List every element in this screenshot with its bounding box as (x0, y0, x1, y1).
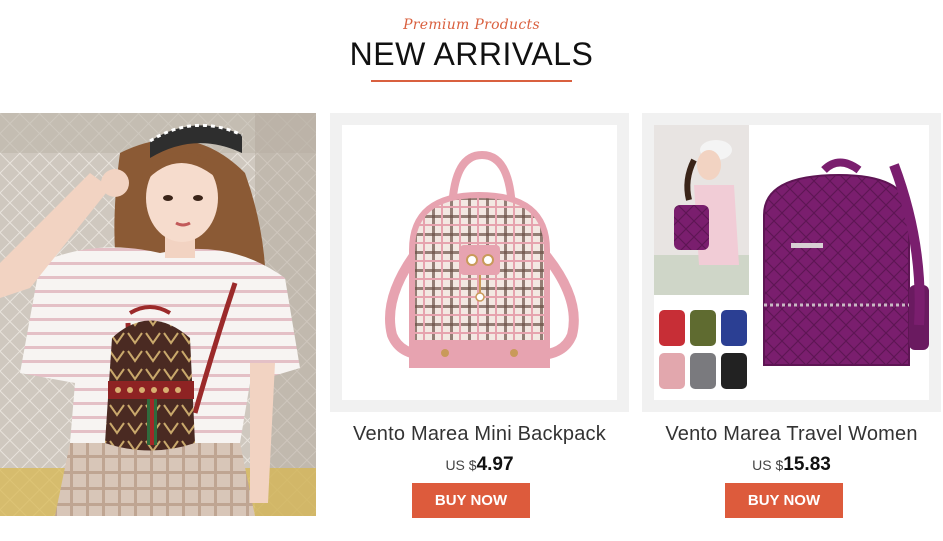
buy-now-button[interactable]: BUY NOW (412, 483, 530, 518)
price-amount: 4.97 (476, 454, 514, 475)
price-amount: 15.83 (783, 454, 831, 475)
product-image-frame (654, 125, 929, 400)
section-title: NEW ARRIVALS (349, 36, 594, 72)
hero-illustration (0, 113, 316, 516)
product-image-frame (342, 125, 617, 400)
section-header: Premium Products NEW ARRIVALS (0, 0, 943, 100)
color-variant-swatches (659, 310, 747, 389)
product-price: US $15.83 (642, 454, 941, 476)
product-card-travel-backpack[interactable] (642, 113, 941, 412)
product-card-mini-backpack[interactable] (330, 113, 629, 412)
product-name[interactable]: Vento Marea Mini Backpack (330, 423, 629, 446)
product-price: US $4.97 (330, 454, 629, 476)
title-underline (371, 80, 572, 82)
purple-travel-backpack-image (654, 125, 929, 389)
pink-plaid-backpack-image (385, 150, 579, 368)
product-name[interactable]: Vento Marea Travel Women (642, 423, 941, 446)
price-currency: US $ (752, 457, 784, 473)
section-subtitle: Premium Products (403, 17, 540, 33)
buy-now-button[interactable]: BUY NOW (725, 483, 843, 518)
price-currency: US $ (445, 457, 477, 473)
hero-lifestyle-image[interactable] (0, 113, 316, 516)
